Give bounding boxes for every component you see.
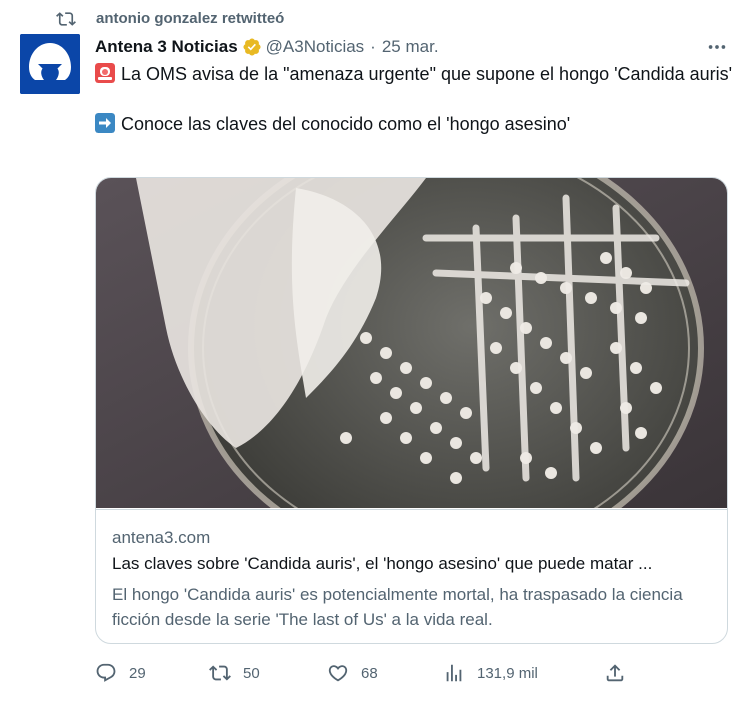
author-handle[interactable]: @A3Noticias: [266, 37, 365, 57]
retweet-button[interactable]: 50: [209, 656, 260, 690]
like-button[interactable]: 68: [327, 656, 378, 690]
reply-icon: [96, 663, 116, 682]
reply-count: 29: [129, 664, 146, 682]
tweet-actions: 29 50 68 131,9 mil: [95, 656, 635, 690]
header-separator: ·: [370, 37, 376, 56]
card-body[interactable]: antena3.com Las claves sobre 'Candida au…: [96, 509, 727, 643]
tweet-header: Antena 3 Noticias @A3Noticias · 25 mar.: [95, 34, 736, 60]
author-name[interactable]: Antena 3 Noticias: [95, 37, 238, 57]
verified-badge-icon[interactable]: [242, 37, 262, 57]
tweet-line-2: Conoce las claves del conocido como el '…: [95, 112, 735, 137]
reply-button[interactable]: 29: [95, 656, 146, 690]
retweet-label[interactable]: antonio gonzalez retwitteó: [96, 10, 284, 27]
right-arrow-icon: [95, 113, 115, 133]
more-options-button[interactable]: [702, 34, 732, 60]
link-card[interactable]: antena3.com Las claves sobre 'Candida au…: [95, 177, 728, 644]
tweet-line-2-text: Conoce las claves del conocido como el '…: [121, 114, 571, 134]
share-button[interactable]: [604, 656, 626, 690]
heart-icon: [328, 665, 348, 682]
tweet-line-1: La OMS avisa de la "amenaza urgente" que…: [95, 62, 735, 87]
tweet-text: La OMS avisa de la "amenaza urgente" que…: [95, 62, 735, 137]
more-dots-icon: [708, 45, 726, 49]
antena3-logo: [20, 34, 80, 94]
retweet-action-icon: [209, 665, 231, 681]
like-count: 68: [361, 664, 378, 682]
card-description: El hongo 'Candida auris' es potencialmen…: [112, 585, 683, 629]
card-title[interactable]: Las claves sobre 'Candida auris', el 'ho…: [112, 554, 717, 574]
analytics-icon: [446, 664, 462, 682]
tweet-date[interactable]: 25 mar.: [382, 37, 439, 57]
retweet-icon: [56, 12, 76, 26]
card-image[interactable]: [96, 178, 728, 508]
retweet-count: 50: [243, 664, 260, 682]
police-light-icon: [95, 63, 115, 83]
avatar[interactable]: [20, 34, 80, 94]
views-count: 131,9 mil: [477, 664, 538, 682]
tweet-line-1-text: La OMS avisa de la "amenaza urgente" que…: [121, 64, 733, 84]
card-domain: antena3.com: [112, 528, 211, 547]
views-button[interactable]: 131,9 mil: [443, 656, 538, 690]
share-icon: [606, 664, 624, 682]
